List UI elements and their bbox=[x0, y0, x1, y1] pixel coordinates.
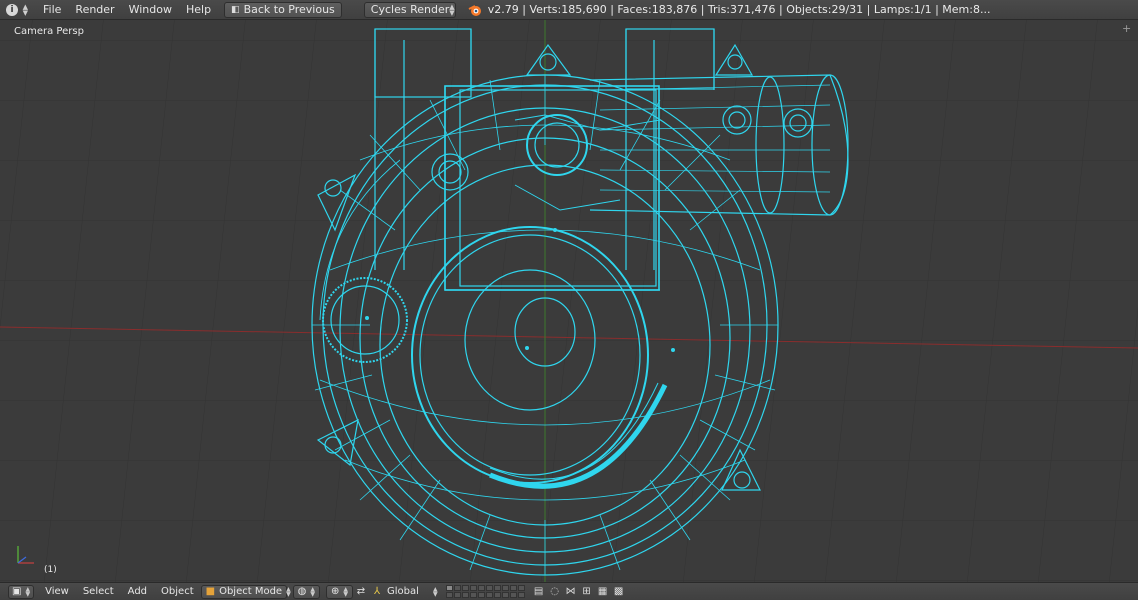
back-to-previous-label: Back to Previous bbox=[243, 3, 335, 16]
mode-label: Object Mode bbox=[219, 586, 283, 597]
menu-view[interactable]: View bbox=[38, 586, 76, 597]
pivot-point-dropdown[interactable]: ⊕ ▲ ▼ bbox=[325, 584, 353, 599]
wireframe-model bbox=[0, 20, 1138, 582]
wireframe-sphere-icon: ◍ bbox=[297, 586, 307, 597]
editor-type-selector-3d[interactable]: ▣ ▲ ▼ bbox=[8, 584, 35, 599]
updown-arrows-icon: ▲ ▼ bbox=[433, 585, 438, 598]
scene-layers[interactable] bbox=[445, 585, 525, 598]
proportional-edit-icon[interactable]: ◌ bbox=[547, 585, 563, 599]
object-mode-cube-icon: ■ bbox=[205, 586, 216, 597]
screen-back-icon: ◧ bbox=[231, 4, 240, 15]
floor-grid bbox=[0, 20, 1138, 582]
frame-number: (1) bbox=[44, 565, 57, 575]
menu-select[interactable]: Select bbox=[76, 586, 121, 597]
editor-type-selector[interactable]: i ▲ ▼ bbox=[4, 2, 30, 18]
updown-arrows-icon: ▲ ▼ bbox=[343, 585, 348, 598]
pivot-icon: ⊕ bbox=[330, 586, 340, 597]
updown-arrows-icon: ▲ ▼ bbox=[449, 2, 455, 17]
menu-add[interactable]: Add bbox=[121, 586, 154, 597]
3d-view-header: ▣ ▲ ▼ View Select Add Object ■ Object Mod… bbox=[0, 582, 1138, 600]
3d-viewport[interactable]: Camera Persp (1) + bbox=[0, 20, 1138, 582]
updown-arrows-icon: ▲ ▼ bbox=[25, 585, 31, 598]
menu-help[interactable]: Help bbox=[179, 3, 218, 16]
orientation-label[interactable]: Global bbox=[387, 586, 433, 597]
cube-editor-icon: ▣ bbox=[12, 586, 22, 597]
info-icon: i bbox=[6, 3, 18, 16]
manipulator-toggle-icon[interactable]: ⇄ bbox=[353, 585, 369, 599]
mode-dropdown[interactable]: ■ Object Mode ▲ ▼ bbox=[200, 584, 291, 599]
blender-logo-icon bbox=[468, 4, 481, 16]
viewport-shading-dropdown[interactable]: ◍ ▲ ▼ bbox=[292, 584, 320, 599]
snap-toggle-icon[interactable]: ⊞ bbox=[579, 585, 595, 599]
snap-element-icon[interactable]: ⋈ bbox=[563, 585, 579, 599]
back-to-previous-button[interactable]: ◧ Back to Previous bbox=[224, 1, 342, 18]
transform-orientation-icon: ⅄ bbox=[373, 586, 381, 597]
render-animation-icon[interactable]: ▩ bbox=[611, 585, 627, 599]
scene-statistics: v2.79 | Verts:185,690 | Faces:183,876 | … bbox=[487, 3, 991, 16]
menu-object[interactable]: Object bbox=[154, 586, 201, 597]
lock-layers-icon[interactable]: ▤ bbox=[531, 585, 547, 599]
menu-render[interactable]: Render bbox=[68, 3, 121, 16]
updown-arrows-icon: ▲ ▼ bbox=[22, 2, 28, 17]
render-engine-label: Cycles Render bbox=[370, 3, 450, 16]
menu-file[interactable]: File bbox=[36, 3, 68, 16]
render-opengl-icon[interactable]: ▦ bbox=[595, 585, 611, 599]
updown-arrows-icon: ▲ ▼ bbox=[286, 585, 291, 598]
updown-arrows-icon: ▲ ▼ bbox=[310, 585, 315, 598]
menu-window[interactable]: Window bbox=[122, 3, 179, 16]
info-header: i ▲ ▼ File Render Window Help ◧ Back to P… bbox=[0, 0, 1138, 20]
render-engine-dropdown[interactable]: Cycles Render ▲ ▼ bbox=[363, 1, 456, 18]
view-label: Camera Persp bbox=[14, 26, 84, 37]
plus-corner-icon[interactable]: + bbox=[1122, 23, 1134, 36]
